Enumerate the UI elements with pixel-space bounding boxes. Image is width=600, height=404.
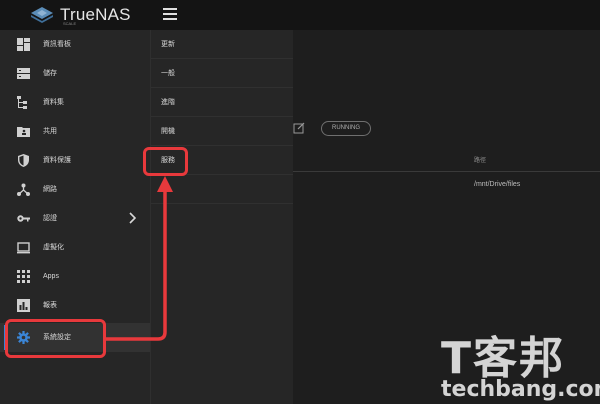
dashboard-icon	[17, 38, 30, 51]
sidebar-item-apps[interactable]: Apps	[0, 262, 150, 291]
submenu-item-boot[interactable]: 開機	[151, 117, 294, 146]
sidebar-item-credentials[interactable]: 認證	[0, 204, 150, 233]
shares-icon	[17, 127, 30, 137]
submenu-item-update[interactable]: 更新	[151, 30, 294, 59]
sidebar-item-storage[interactable]: 儲存	[0, 59, 150, 88]
sidebar-item-label: 報表	[43, 302, 57, 309]
submenu-item-label: 一般	[161, 70, 175, 77]
sidebar-item-shares[interactable]: 共用	[0, 117, 150, 146]
app-window: TrueNAS SCALE 資訊看板 儲存 資料集 共用 資料保護 網路 認證 …	[0, 0, 600, 404]
sidebar-item-network[interactable]: 網路	[0, 175, 150, 204]
sidebar-item-label: 共用	[43, 128, 57, 135]
edit-icon[interactable]	[293, 122, 305, 134]
sidebar-item-label: 資料保護	[43, 157, 71, 164]
shield-icon	[18, 154, 29, 167]
top-bar: TrueNAS SCALE	[0, 0, 600, 30]
table-header: 路徑	[293, 147, 600, 172]
bar-chart-icon	[17, 299, 30, 312]
watermark-domain: techbang.com	[441, 377, 600, 402]
key-icon	[17, 215, 30, 222]
submenu-item-label: 進階	[161, 99, 175, 106]
column-header-path[interactable]: 路徑	[474, 155, 486, 164]
submenu-item-blank[interactable]	[151, 175, 294, 204]
system-settings-submenu: 更新 一般 進階 開機 服務	[150, 30, 294, 404]
path-cell: /mnt/Drive/files	[474, 181, 521, 188]
apps-grid-icon	[17, 270, 30, 283]
chevron-right-icon	[129, 212, 136, 224]
submenu-item-general[interactable]: 一般	[151, 59, 294, 88]
sidebar-item-label: 虛擬化	[43, 244, 64, 251]
submenu-item-advanced[interactable]: 進階	[151, 88, 294, 117]
sidebar-item-reporting[interactable]: 報表	[0, 291, 150, 320]
menu-toggle-icon[interactable]	[163, 8, 177, 20]
sidebar-item-datasets[interactable]: 資料集	[0, 88, 150, 117]
annotation-highlight-system-settings	[5, 319, 106, 358]
app-edition: SCALE	[63, 21, 77, 26]
truenas-logo-mark-icon	[31, 7, 53, 23]
sidebar-item-data-protection[interactable]: 資料保護	[0, 146, 150, 175]
network-icon	[17, 183, 30, 196]
sidebar-item-label: 資料集	[43, 99, 64, 106]
sidebar-item-label: Apps	[43, 273, 59, 280]
truenas-logo[interactable]: TrueNAS	[30, 4, 131, 26]
sidebar-item-label: 儲存	[43, 70, 57, 77]
submenu-item-label: 開機	[161, 128, 175, 135]
storage-icon	[17, 68, 30, 79]
annotation-highlight-services	[143, 147, 188, 176]
sidebar-item-dashboard[interactable]: 資訊看板	[0, 30, 150, 59]
status-badge: RUNNING	[321, 121, 371, 136]
submenu-item-label: 更新	[161, 41, 175, 48]
sidebar-item-label: 網路	[43, 186, 57, 193]
sidebar-item-virtualization[interactable]: 虛擬化	[0, 233, 150, 262]
datasets-icon	[17, 96, 27, 109]
sidebar-item-label: 資訊看板	[43, 41, 71, 48]
sidebar-item-label: 認證	[43, 215, 57, 222]
laptop-icon	[17, 242, 30, 254]
